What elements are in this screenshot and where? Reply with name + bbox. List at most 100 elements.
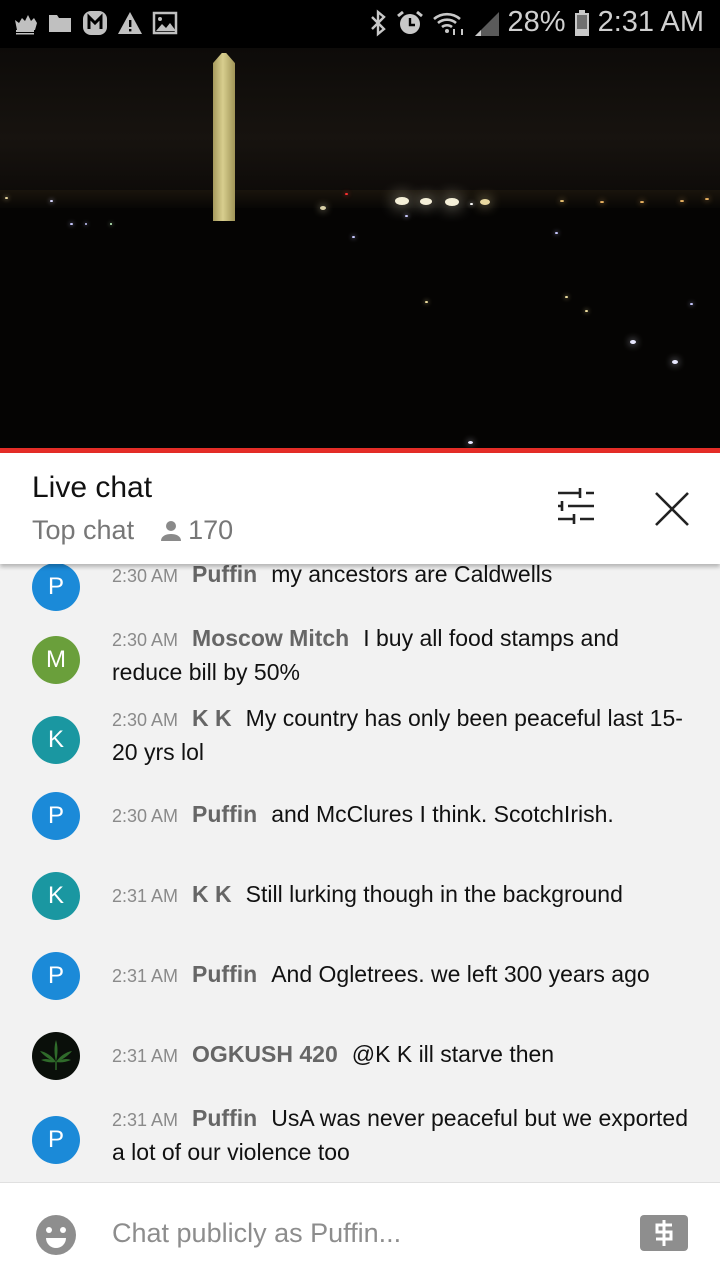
avatar[interactable]: P <box>32 952 80 1000</box>
avatar[interactable] <box>32 1032 80 1080</box>
bluetooth-icon <box>370 8 386 37</box>
message-author[interactable]: OGKUSH 420 <box>192 1041 338 1067</box>
folder-icon <box>49 15 71 32</box>
city-light <box>560 200 564 202</box>
chat-mode-row[interactable]: Top chat 170 <box>32 515 233 546</box>
city-light <box>480 199 490 205</box>
video-player[interactable] <box>0 48 720 450</box>
avatar[interactable]: P <box>32 1116 80 1164</box>
m-app-icon <box>83 11 107 35</box>
message-author[interactable]: Puffin <box>192 961 257 987</box>
city-light <box>85 223 87 225</box>
alarm-icon <box>396 10 423 34</box>
message-author[interactable]: K K <box>192 881 232 907</box>
warning-icon <box>118 12 142 34</box>
message-body: 2:31 AM OGKUSH 420 @K K ill starve then <box>112 1038 692 1072</box>
message-time: 2:30 AM <box>112 806 179 826</box>
city-light <box>405 215 408 217</box>
super-chat-button[interactable] <box>640 1215 688 1251</box>
message-body: 2:30 AM K K My country has only been peace… <box>112 702 692 768</box>
avatar[interactable]: P <box>32 564 80 611</box>
avatar-initial: M <box>46 646 66 673</box>
avatar-initial: P <box>47 573 64 600</box>
emoji-button[interactable] <box>36 1215 76 1255</box>
city-light <box>420 198 432 205</box>
message-body: 2:30 AM Puffin my ancestors are Caldwells <box>112 564 692 592</box>
city-light <box>640 201 644 203</box>
person-icon <box>161 520 182 541</box>
message-text: my ancestors are Caldwells <box>271 564 553 587</box>
city-light <box>705 198 709 200</box>
city-light <box>352 236 355 238</box>
avatar-initial: P <box>47 962 64 989</box>
sliders-icon <box>558 488 594 524</box>
chat-mode-label[interactable]: Top chat <box>32 515 134 546</box>
city-light <box>445 198 459 206</box>
avatar[interactable]: M <box>32 636 80 684</box>
avatar-initial: K <box>47 726 64 753</box>
washington-monument <box>213 53 235 221</box>
message-author[interactable]: K K <box>192 705 232 731</box>
city-light <box>630 340 636 344</box>
message-time: 2:31 AM <box>112 886 179 906</box>
message-author[interactable]: Puffin <box>192 564 257 587</box>
message-time: 2:30 AM <box>112 710 179 730</box>
avatar-initial: P <box>47 1126 64 1153</box>
city-light <box>110 223 112 225</box>
city-light <box>555 232 558 234</box>
avatar-initial: P <box>47 802 64 829</box>
city-light <box>585 310 588 312</box>
city-light <box>680 200 684 202</box>
chat-header: Live chat Top chat 170 <box>0 453 720 564</box>
chat-message-list[interactable]: P 2:30 AM Puffin my ancestors are Caldwell… <box>0 564 720 1182</box>
video-ground <box>0 208 720 450</box>
message-text: And Ogletrees. we left 300 years ago <box>271 961 650 987</box>
filter-button[interactable] <box>552 485 600 529</box>
city-light <box>320 206 326 210</box>
city-light <box>468 441 473 444</box>
viewer-count: 170 <box>160 515 233 546</box>
message-text: @K K ill starve then <box>351 1041 555 1067</box>
message-body: 2:30 AM Moscow Mitch I buy all food stamps… <box>112 622 692 688</box>
message-author[interactable]: Puffin <box>192 801 257 827</box>
city-light <box>690 303 693 305</box>
video-sky <box>0 48 720 198</box>
crown-icon <box>15 15 37 35</box>
message-author[interactable]: Puffin <box>192 1105 257 1131</box>
message-author[interactable]: Moscow Mitch <box>192 625 349 651</box>
signal-icon <box>474 11 499 36</box>
avatar[interactable]: K <box>32 872 80 920</box>
avatar[interactable]: K <box>32 716 80 764</box>
message-text: I buy all food stamps and reduce bill by… <box>112 625 619 685</box>
close-icon <box>655 492 689 526</box>
message-body: 2:31 AM Puffin And Ogletrees. we left 300 … <box>112 958 692 992</box>
video-city-lights <box>0 190 720 210</box>
wifi-icon <box>432 12 463 35</box>
city-light <box>5 197 8 199</box>
chat-input-bar <box>0 1182 720 1280</box>
close-chat-button[interactable] <box>648 485 696 533</box>
chat-title: Live chat <box>32 471 153 504</box>
battery-percent: 28% <box>507 6 566 38</box>
battery-icon <box>574 9 589 36</box>
message-body: 2:30 AM Puffin and McClures I think. Scotc… <box>112 798 692 832</box>
message-time: 2:30 AM <box>112 566 179 586</box>
message-text: and McClures I think. ScotchIrish. <box>271 801 614 827</box>
city-light <box>425 301 428 303</box>
message-time: 2:30 AM <box>112 630 179 650</box>
avatar[interactable]: P <box>32 792 80 840</box>
message-body: 2:31 AM K K Still lurking though in the ba… <box>112 878 692 912</box>
clock: 2:31 AM <box>597 6 704 38</box>
city-light <box>565 296 568 298</box>
avatar-initial: K <box>47 882 64 909</box>
city-light <box>50 200 53 202</box>
message-body: 2:31 AM Puffin UsA was never peaceful but … <box>112 1102 692 1168</box>
message-text: Still lurking though in the background <box>245 881 623 907</box>
smiley-icon <box>36 1215 76 1255</box>
chat-message-input[interactable] <box>112 1209 612 1257</box>
city-light <box>672 360 678 364</box>
message-time: 2:31 AM <box>112 966 179 986</box>
viewer-count-value: 170 <box>188 515 234 545</box>
city-light <box>600 201 604 203</box>
status-bar: 28% 2:31 AM <box>0 0 720 48</box>
